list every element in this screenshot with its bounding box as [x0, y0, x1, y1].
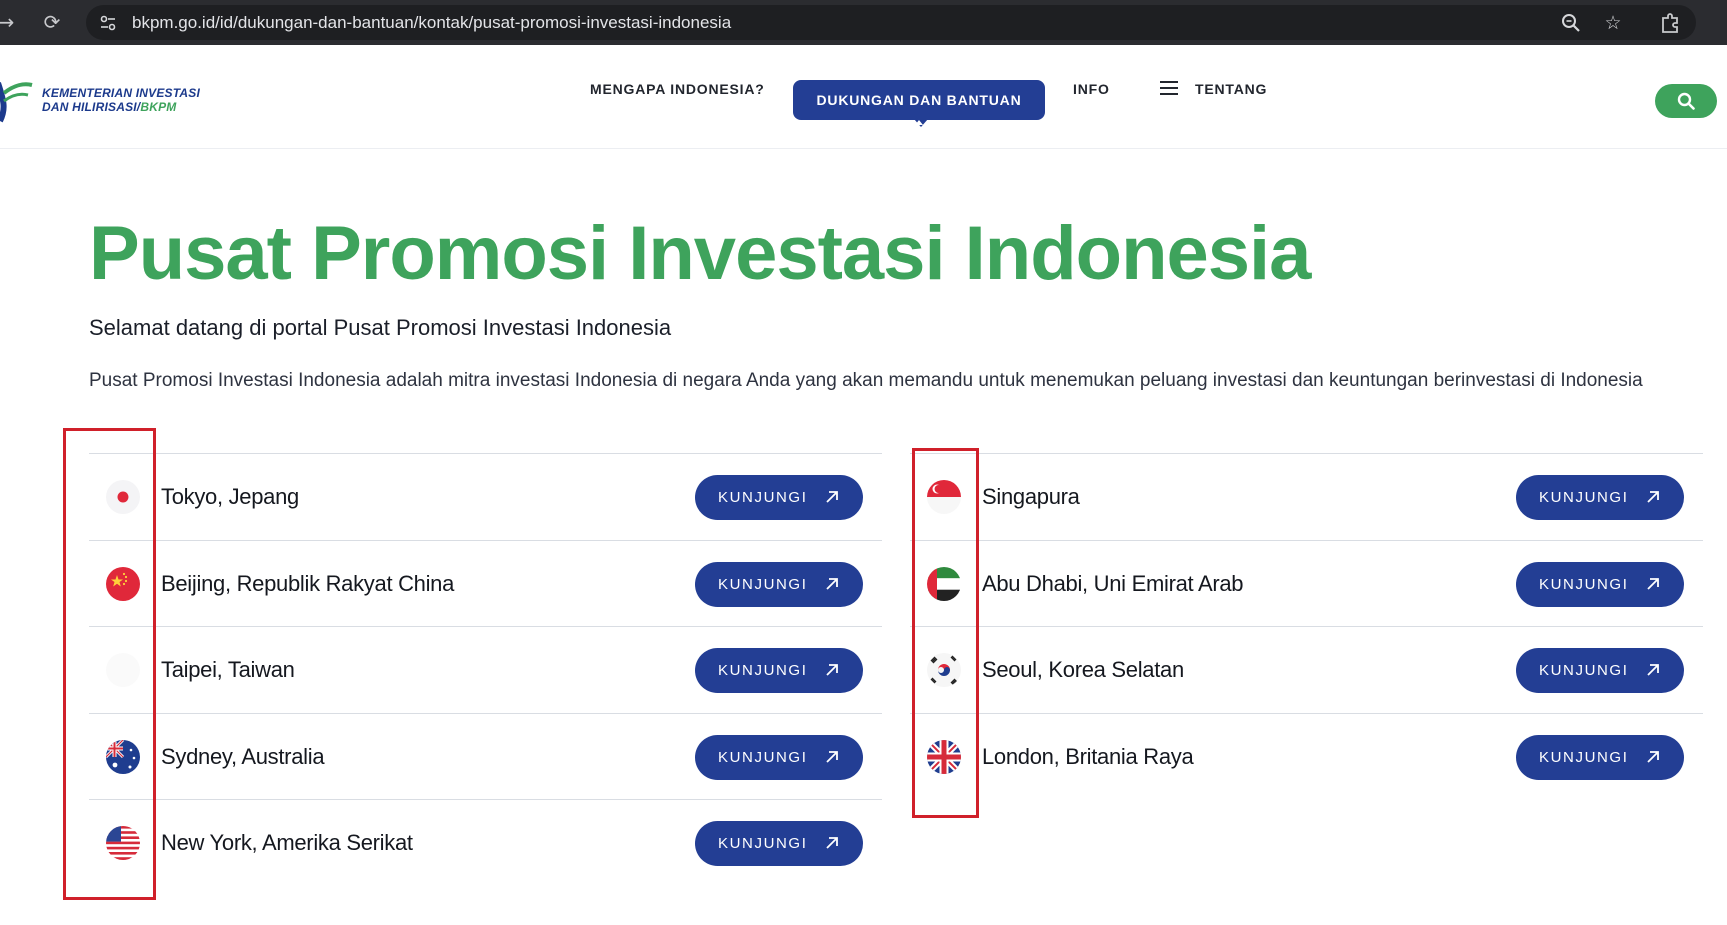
kunjungi-button[interactable]: KUNJUNGI: [695, 475, 863, 520]
forward-icon[interactable]: →: [0, 10, 18, 34]
office-city: Seoul, Korea Selatan: [982, 657, 1184, 682]
zoom-icon[interactable]: [1560, 12, 1582, 34]
kunjungi-button[interactable]: KUNJUNGI: [695, 734, 863, 780]
office-row: Beijing, Republik Rakyat China KUNJUNGI: [89, 539, 882, 627]
search-button[interactable]: [1655, 84, 1717, 118]
arrow-up-right-icon: [1647, 664, 1659, 676]
logo-text-line2: DAN HILIRISASI/BKPM: [42, 100, 177, 114]
arrow-up-right-icon: [1647, 750, 1659, 763]
arrow-up-right-icon: [1647, 577, 1659, 590]
kunjungi-button[interactable]: KUNJUNGI: [695, 648, 863, 693]
nav-dukungan-label: DUKUNGAN DAN BANTUAN: [816, 92, 1022, 108]
office-city: London, Britania Raya: [982, 743, 1194, 769]
reload-icon[interactable]: ⟳: [40, 10, 64, 34]
kunjungi-button[interactable]: KUNJUNGI: [695, 561, 863, 607]
office-row: Tokyo, Jepang KUNJUNGI: [89, 453, 882, 540]
office-city: Sydney, Australia: [161, 743, 325, 769]
site-header: KEMENTERIAN INVESTASI DAN HILIRISASI/BKP…: [0, 45, 1727, 149]
url-text[interactable]: bkpm.go.id/id/dukungan-dan-bantuan/konta…: [132, 13, 731, 33]
hamburger-menu-icon[interactable]: [1160, 80, 1178, 96]
arrow-up-right-icon: [826, 491, 838, 503]
flag-column-highlight-right: [912, 448, 979, 818]
office-city: Tokyo, Jepang: [161, 484, 299, 509]
kunjungi-label: KUNJUNGI: [1539, 575, 1629, 593]
arrow-up-right-icon: [826, 577, 838, 590]
nav-info[interactable]: INFO: [1073, 81, 1110, 97]
site-settings-icon[interactable]: [98, 13, 118, 33]
office-city: Abu Dhabi, Uni Emirat Arab: [982, 570, 1244, 596]
browser-toolbar: → ⟳ bkpm.go.id/id/dukungan-dan-bantuan/k…: [0, 0, 1727, 45]
page-title: Pusat Promosi Investasi Indonesia: [89, 211, 1311, 296]
kunjungi-label: KUNJUNGI: [718, 748, 808, 766]
flag-column-highlight-left: [63, 428, 156, 900]
office-list-left: Tokyo, Jepang KUNJUNGI Beijing, Republik…: [89, 453, 882, 886]
nav-mengapa-indonesia[interactable]: MENGAPA INDONESIA?: [590, 81, 765, 97]
kunjungi-label: KUNJUNGI: [718, 575, 808, 593]
office-row: London, Britania Raya KUNJUNGI: [910, 712, 1703, 800]
kunjungi-label: KUNJUNGI: [1539, 662, 1629, 679]
kunjungi-label: KUNJUNGI: [1539, 748, 1629, 766]
welcome-heading: Selamat datang di portal Pusat Promosi I…: [89, 315, 672, 340]
arrow-up-right-icon: [826, 837, 838, 849]
page-description: Pusat Promosi Investasi Indonesia adalah…: [89, 370, 1643, 391]
office-row: Singapura KUNJUNGI: [910, 453, 1703, 540]
kunjungi-label: KUNJUNGI: [718, 662, 808, 679]
office-row: Taipei, Taiwan KUNJUNGI: [89, 626, 882, 713]
search-icon: [1677, 92, 1695, 110]
kunjungi-button[interactable]: KUNJUNGI: [1516, 561, 1684, 607]
kunjungi-button[interactable]: KUNJUNGI: [1516, 475, 1684, 520]
nav-tentang[interactable]: TENTANG: [1195, 81, 1267, 97]
arrow-up-right-icon: [826, 750, 838, 763]
office-row: New York, Amerika Serikat KUNJUNGI: [89, 799, 882, 886]
office-city: New York, Amerika Serikat: [161, 830, 413, 855]
office-city: Singapura: [982, 484, 1080, 509]
kunjungi-button[interactable]: KUNJUNGI: [695, 821, 863, 866]
caret-up-icon: [915, 120, 923, 125]
extensions-icon[interactable]: [1658, 11, 1682, 35]
arrow-up-right-icon: [826, 664, 838, 676]
arrow-up-right-icon: [1647, 491, 1659, 503]
office-list-right: Singapura KUNJUNGI Abu Dhabi, Uni Emirat…: [910, 453, 1703, 799]
address-bar[interactable]: bkpm.go.id/id/dukungan-dan-bantuan/konta…: [86, 5, 1696, 40]
office-city: Taipei, Taiwan: [161, 657, 295, 682]
site-logo[interactable]: KEMENTERIAN INVESTASI DAN HILIRISASI/BKP…: [0, 73, 210, 123]
nav-dukungan-dan-bantuan[interactable]: DUKUNGAN DAN BANTUAN: [793, 80, 1045, 127]
office-row: Sydney, Australia KUNJUNGI: [89, 712, 882, 800]
office-city: Beijing, Republik Rakyat China: [161, 570, 455, 596]
kunjungi-label: KUNJUNGI: [1539, 489, 1629, 506]
kunjungi-label: KUNJUNGI: [718, 489, 808, 506]
kunjungi-label: KUNJUNGI: [718, 835, 808, 852]
kunjungi-button[interactable]: KUNJUNGI: [1516, 734, 1684, 780]
bookmark-star-icon[interactable]: ☆: [1602, 12, 1624, 34]
office-row: Seoul, Korea Selatan KUNJUNGI: [910, 626, 1703, 713]
kunjungi-button[interactable]: KUNJUNGI: [1516, 648, 1684, 693]
office-row: Abu Dhabi, Uni Emirat Arab KUNJUNGI: [910, 539, 1703, 627]
ministry-logo-icon: [0, 82, 33, 123]
logo-text-line1: KEMENTERIAN INVESTASI: [42, 86, 200, 100]
